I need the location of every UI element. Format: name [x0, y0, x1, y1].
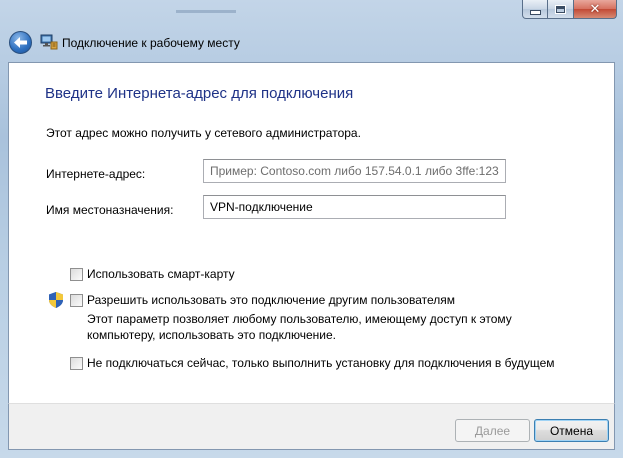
dont-connect-checkbox[interactable]: [70, 357, 83, 370]
wizard-nav-bar: Подключение к рабочему месту: [0, 28, 623, 60]
destination-label: Имя местоназначения:: [46, 203, 174, 217]
allow-others-checkbox[interactable]: [70, 294, 83, 307]
allow-others-note-line1: Этот параметр позволяет любому пользоват…: [87, 312, 512, 326]
wizard-content: Введите Интернета-адрес для подключения …: [8, 62, 615, 404]
smartcard-checkbox[interactable]: [70, 268, 83, 281]
page-heading: Введите Интернета-адрес для подключения: [45, 85, 354, 102]
back-arrow-icon[interactable]: [9, 31, 32, 54]
next-button[interactable]: Далее: [455, 419, 530, 442]
close-icon[interactable]: ✕: [573, 0, 617, 19]
wizard-title: Подключение к рабочему месту: [62, 36, 240, 50]
uac-shield-icon: [49, 292, 63, 308]
cancel-button[interactable]: Отмена: [534, 419, 609, 442]
network-connection-icon: [40, 34, 58, 50]
minimize-icon[interactable]: [522, 0, 548, 19]
smartcard-label[interactable]: Использовать смарт-карту: [87, 267, 235, 281]
maximize-icon[interactable]: [548, 0, 573, 19]
page-description: Этот адрес можно получить у сетевого адм…: [46, 126, 361, 140]
window-frame: ✕ Подключение к рабочему месту Введите И…: [0, 0, 623, 458]
button-bar: Далее Отмена: [8, 403, 615, 450]
caption-buttons: ✕: [522, 0, 617, 20]
address-input[interactable]: [203, 159, 506, 183]
address-label: Интернете-адрес:: [46, 167, 146, 181]
dont-connect-label[interactable]: Не подключаться сейчас, только выполнить…: [87, 356, 555, 370]
allow-others-label[interactable]: Разрешить использовать это подключение д…: [87, 293, 455, 307]
destination-input[interactable]: [203, 195, 506, 219]
allow-others-note-line2: компьютеру, использовать это подключение…: [87, 328, 336, 342]
